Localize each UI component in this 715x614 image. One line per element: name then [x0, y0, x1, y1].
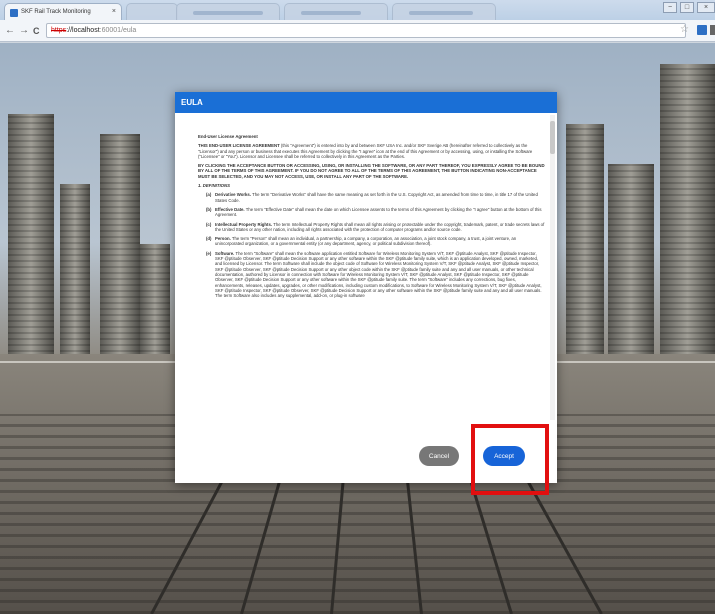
- url-scheme: https: [51, 27, 67, 34]
- definition-letter: (c): [206, 221, 212, 227]
- definition-text: The term "Software" shall mean the softw…: [215, 250, 542, 299]
- definition-term: Person.: [215, 236, 231, 242]
- definition-term: Effective Date.: [215, 206, 245, 212]
- definition-letter: (a): [206, 192, 212, 198]
- definition-term: Software.: [215, 250, 235, 256]
- url-path: :60001/eula: [99, 27, 137, 34]
- definition-item: (e) Software. The term "Software" shall …: [206, 251, 545, 299]
- building: [140, 244, 170, 364]
- definition-letter: (e): [206, 250, 212, 256]
- definition-item: (c) Intellectual Property Rights. The te…: [206, 222, 545, 233]
- agreement-heading: End-User License Agreement: [198, 134, 258, 139]
- eula-dialog: EULA End-User License Agreement THIS END…: [175, 92, 557, 483]
- intro-paragraph: THIS END-USER LICENSE AGREEMENT (this "A…: [198, 143, 545, 159]
- tab-inactive[interactable]: [392, 3, 496, 20]
- definition-text: The term "Person" shall mean an individu…: [215, 236, 517, 247]
- tab-inactive[interactable]: [284, 3, 388, 20]
- definition-term: Derivative Works.: [215, 192, 251, 198]
- bookmark-star-icon[interactable]: ☆: [680, 24, 689, 35]
- tab-close-icon[interactable]: ×: [112, 8, 116, 15]
- forward-arrow-icon[interactable]: →: [19, 24, 29, 38]
- tab-blurred-title: [301, 11, 361, 15]
- building: [100, 134, 140, 364]
- tab-inactive[interactable]: [176, 3, 280, 20]
- browser-toolbar: ← → C https://localhost:60001/eula ☆: [0, 20, 715, 42]
- menu-icon[interactable]: [710, 25, 715, 35]
- accept-button[interactable]: Accept: [483, 446, 525, 466]
- definition-item: (a) Derivative Works. The term "Derivati…: [206, 192, 545, 203]
- definitions-heading: 1. DEFINITIONS: [198, 183, 230, 189]
- tab-skf-rail-track-monitoring[interactable]: SKF Rail Track Monitoring ×: [4, 3, 122, 20]
- building: [60, 184, 90, 364]
- definition-text: The term "Derivative Works" shall have t…: [215, 192, 538, 203]
- railing: [557, 361, 715, 363]
- minimize-button[interactable]: −: [663, 2, 677, 13]
- close-window-button[interactable]: ×: [697, 2, 715, 13]
- url-host: ://localhost: [66, 27, 100, 34]
- definition-text: The term "Effective Date" shall mean the…: [215, 206, 542, 218]
- skf-favicon-icon: [10, 9, 18, 17]
- definition-term: Intellectual Property Rights.: [215, 221, 273, 227]
- building: [566, 124, 604, 364]
- acceptance-clause: BY CLICKING THE ACCEPTANCE BUTTON OR ACC…: [198, 163, 545, 179]
- definition-letter: (d): [206, 236, 212, 242]
- scrollbar-thumb[interactable]: [550, 121, 555, 154]
- building: [608, 164, 654, 364]
- eula-scrollbar[interactable]: [550, 115, 555, 420]
- browser-tab-bar: SKF Rail Track Monitoring × − □ ×: [0, 0, 715, 20]
- definition-letter: (b): [206, 206, 212, 212]
- definition-item: (d) Person. The term "Person" shall mean…: [206, 236, 545, 247]
- extension-icon[interactable]: [697, 25, 707, 35]
- tab-blurred-title: [409, 11, 473, 15]
- back-arrow-icon[interactable]: ←: [5, 24, 15, 38]
- definition-item: (b) Effective Date. The term "Effective …: [206, 207, 545, 218]
- tab-blurred-title: [193, 11, 263, 15]
- building: [660, 64, 715, 364]
- tab-inactive[interactable]: [126, 3, 178, 20]
- dialog-title: EULA: [175, 92, 557, 113]
- intro-lead: THIS END-USER LICENSE AGREEMENT: [198, 143, 280, 149]
- railing: [0, 361, 175, 363]
- eula-text-area[interactable]: End-User License Agreement THIS END-USER…: [175, 113, 557, 423]
- maximize-button[interactable]: □: [680, 2, 694, 13]
- building: [8, 114, 54, 364]
- reload-icon[interactable]: C: [33, 24, 40, 38]
- tab-title: SKF Rail Track Monitoring: [21, 9, 91, 15]
- address-bar[interactable]: https://localhost:60001/eula: [46, 23, 686, 38]
- cancel-button[interactable]: Cancel: [419, 446, 459, 466]
